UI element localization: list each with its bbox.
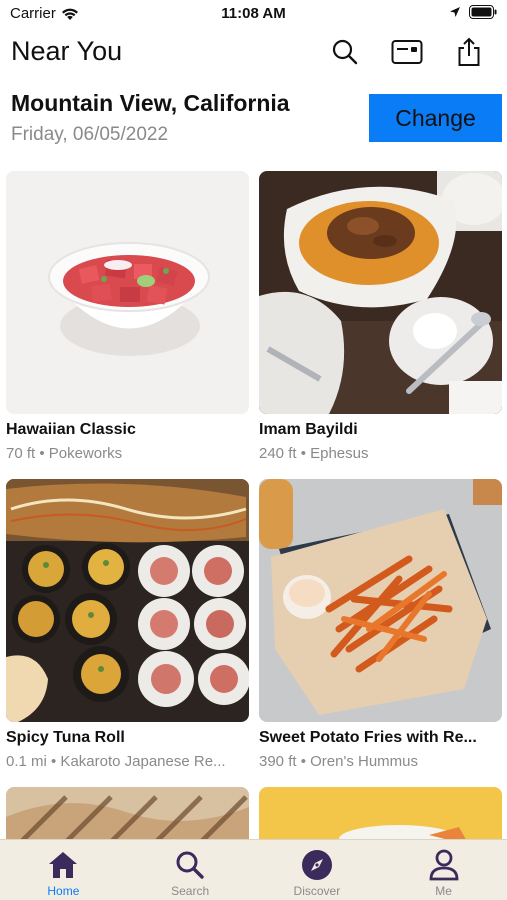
- clock: 11:08 AM: [221, 5, 286, 22]
- home-icon: [49, 852, 78, 878]
- food-photo-poke-bowl: [6, 171, 249, 414]
- page-title: Near You: [11, 36, 123, 66]
- tab-me[interactable]: Me: [380, 840, 507, 900]
- food-name: Sweet Potato Fries with Re...: [259, 729, 477, 746]
- food-name: Hawaiian Classic: [6, 421, 136, 438]
- food-name: Spicy Tuna Roll: [6, 729, 125, 746]
- card-button[interactable]: [391, 36, 423, 68]
- tab-search[interactable]: Search: [127, 840, 254, 900]
- location-city: Mountain View, California: [11, 90, 290, 116]
- tab-label: Discover: [293, 884, 341, 898]
- compass-icon: [301, 850, 332, 880]
- status-bar: Carrier 11:08 AM: [0, 0, 507, 30]
- food-card[interactable]: [6, 787, 249, 847]
- tab-label: Home: [47, 884, 80, 898]
- food-photo-sweet-potato-fries: [259, 479, 502, 722]
- header-actions: [329, 36, 485, 68]
- search-icon: [176, 851, 204, 879]
- food-meta: 70 ft • Pokeworks: [6, 445, 123, 462]
- tab-label: Search: [171, 884, 210, 898]
- food-meta: 240 ft • Ephesus: [259, 445, 369, 462]
- food-card[interactable]: Imam Bayildi 240 ft • Ephesus: [259, 171, 502, 462]
- tab-bar: Home Search Discover Me: [0, 839, 507, 900]
- tab-home[interactable]: Home: [0, 840, 127, 900]
- food-photo-spicy-tuna-roll: [6, 479, 249, 722]
- search-icon: [332, 39, 358, 65]
- location-date: Friday, 06/05/2022: [11, 124, 169, 145]
- food-meta: 0.1 mi • Kakaroto Japanese Re...: [6, 753, 226, 770]
- share-button[interactable]: [453, 36, 485, 68]
- food-photo-grilled: [6, 787, 249, 847]
- search-button[interactable]: [329, 36, 361, 68]
- food-photo-yellow-plate: [259, 787, 502, 847]
- card-icon: [391, 40, 423, 64]
- food-card[interactable]: Spicy Tuna Roll 0.1 mi • Kakaroto Japane…: [6, 479, 249, 770]
- change-location-button[interactable]: Change: [369, 94, 502, 142]
- status-right: [449, 5, 497, 19]
- tab-label: Me: [435, 884, 452, 898]
- food-photo-imam-bayildi: [259, 171, 502, 414]
- food-card[interactable]: [259, 787, 502, 847]
- battery-icon: [469, 5, 497, 19]
- location-arrow-icon: [450, 7, 460, 17]
- food-card[interactable]: Hawaiian Classic 70 ft • Pokeworks: [6, 171, 249, 462]
- food-name: Imam Bayildi: [259, 421, 358, 438]
- food-card[interactable]: Sweet Potato Fries with Re... 390 ft • O…: [259, 479, 502, 770]
- food-meta: 390 ft • Oren's Hummus: [259, 753, 419, 770]
- share-icon: [458, 37, 480, 66]
- tab-discover[interactable]: Discover: [254, 840, 381, 900]
- person-icon: [429, 849, 459, 881]
